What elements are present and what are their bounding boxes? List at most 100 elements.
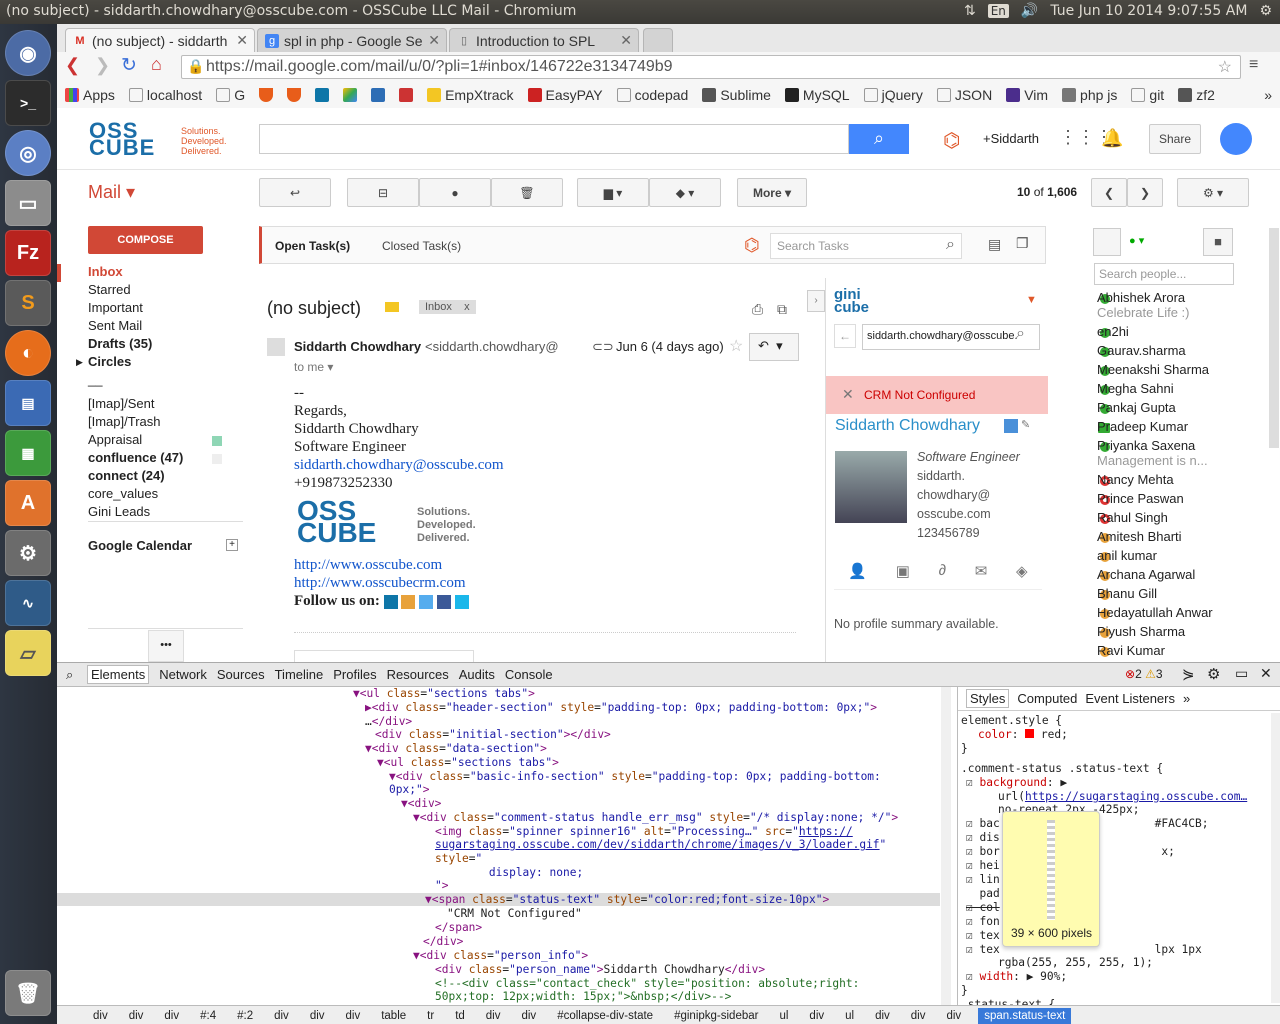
breadcrumb-item[interactable]: ul	[841, 1010, 858, 1022]
website-link[interactable]: http://www.osscube.com	[294, 557, 442, 573]
nav-item[interactable]: Inbox	[88, 264, 123, 279]
breadcrumb-item[interactable]: div	[160, 1010, 183, 1022]
close-icon[interactable]: ✕	[842, 386, 854, 403]
archive-button[interactable]: ⊟	[347, 178, 419, 207]
gini-search-input[interactable]: siddarth.chowdhary@osscube.	[862, 324, 1040, 350]
breadcrumb-item[interactable]: #:4	[196, 1010, 220, 1022]
dropdown-triangle-icon[interactable]: ▼	[1026, 294, 1037, 306]
back-button[interactable]: ↩	[259, 178, 331, 207]
nav-item[interactable]: __	[88, 372, 102, 387]
delete-button[interactable]: 🗑	[491, 178, 563, 207]
contact-item[interactable]: Pankaj Gupta	[1097, 400, 1176, 415]
gini-icon[interactable]: ⌬	[943, 128, 960, 153]
nav-item[interactable]: Important	[88, 300, 143, 315]
close-icon[interactable]: ✕	[620, 32, 632, 49]
recipient-line[interactable]: to me ▾	[294, 360, 333, 374]
tab-computed[interactable]: Computed	[1017, 691, 1077, 706]
bookmark-sublime[interactable]: Sublime	[702, 85, 771, 105]
bookmark-empxtrack[interactable]: EmpXtrack	[427, 85, 514, 105]
clipboard-icon[interactable]: ▤	[988, 236, 1001, 253]
bookmark-json[interactable]: JSON	[936, 85, 992, 105]
tab-network[interactable]: Network	[159, 667, 207, 682]
breadcrumb-item[interactable]: ul	[775, 1010, 792, 1022]
nav-item[interactable]: core_values	[88, 486, 158, 501]
important-marker-icon[interactable]	[385, 302, 399, 312]
menu-icon[interactable]: ≡	[1249, 56, 1258, 74]
breadcrumb-item[interactable]: div	[907, 1010, 930, 1022]
older-button[interactable]: ❯	[1127, 178, 1163, 207]
terminal-icon[interactable]: >_	[5, 80, 51, 126]
remove-label-icon[interactable]: x	[464, 301, 470, 313]
osscube-logo[interactable]: OSS CUBE	[89, 120, 174, 159]
contact-item[interactable]: Archana Agarwal	[1097, 567, 1195, 582]
forward-arrow-icon[interactable]: ❯	[95, 55, 110, 76]
gear-icon[interactable]: ⚙	[1207, 665, 1220, 683]
sticky-notes-icon[interactable]: ▱	[5, 630, 51, 676]
home-icon[interactable]: ⌂	[151, 54, 162, 75]
share-button[interactable]: Share	[1149, 124, 1201, 154]
move-to-button[interactable]: ▆ ▾	[577, 178, 649, 207]
bookmark-vim[interactable]: Vim	[1006, 85, 1048, 105]
nav-item[interactable]: Starred	[88, 282, 131, 297]
system-monitor-icon[interactable]: ∿	[5, 580, 51, 626]
chromium-icon[interactable]: ◎	[5, 130, 51, 176]
nav-item[interactable]: Drafts (35)	[88, 336, 152, 351]
contact-item[interactable]: Hedayatullah Anwar	[1097, 605, 1213, 620]
tab-sources[interactable]: Sources	[217, 667, 265, 682]
breadcrumb-item[interactable]: div	[805, 1010, 828, 1022]
nav-item[interactable]: Sent Mail	[88, 318, 142, 333]
console-drawer-icon[interactable]: ⋟	[1182, 665, 1195, 683]
more-button[interactable]: More ▾	[737, 178, 807, 207]
nav-item[interactable]: [Imap]/Sent	[88, 396, 154, 411]
tab-audits[interactable]: Audits	[459, 667, 495, 682]
contact-item[interactable]: Ravi Kumar	[1097, 643, 1165, 658]
user-link[interactable]: +Siddarth	[983, 131, 1039, 146]
expand-arrow-icon[interactable]: ▶	[76, 357, 83, 368]
contact-item[interactable]: Meenakshi Sharma	[1097, 362, 1209, 377]
breadcrumb-item[interactable]: div	[306, 1010, 329, 1022]
breadcrumb-item[interactable]: div	[89, 1010, 112, 1022]
reply-box[interactable]	[294, 650, 474, 662]
nav-item[interactable]: Gini Leads	[88, 504, 150, 519]
nav-item[interactable]: confluence (47)	[88, 450, 183, 465]
labels-button[interactable]: ◆ ▾	[649, 178, 721, 207]
contact-item[interactable]: Megha Sahni	[1097, 381, 1174, 396]
tab-console[interactable]: Console	[505, 667, 553, 682]
slideshare-icon[interactable]	[401, 594, 416, 609]
keyboard-layout-indicator[interactable]: En	[987, 4, 1009, 18]
address-bar[interactable]: 🔒 https://mail.google.com/mail/u/0/?pli=…	[181, 55, 1241, 79]
tab-closed-tasks[interactable]: Closed Task(s)	[382, 239, 461, 253]
scrollbar[interactable]	[1271, 713, 1280, 1003]
sublime-text-icon[interactable]: S	[5, 280, 51, 326]
tab-gmail[interactable]: M (no subject) - siddarth ✕	[65, 28, 255, 52]
bookmark-mysql[interactable]: MySQL	[784, 85, 850, 105]
breadcrumb-item[interactable]: div	[270, 1010, 293, 1022]
bookmark-drive[interactable]	[343, 85, 358, 105]
chat-avatar[interactable]	[1093, 228, 1121, 256]
bookmark-phpjs[interactable]: php js	[1062, 85, 1117, 105]
bookmarks-overflow[interactable]: »	[1264, 85, 1272, 105]
writer-icon[interactable]: ▤	[5, 380, 51, 426]
nav-item[interactable]: Appraisal	[88, 432, 142, 447]
clock[interactable]: Tue Jun 10 2014 9:07:55 AM	[1050, 3, 1247, 19]
bookmark-shield-1[interactable]	[259, 85, 274, 105]
bookmark-g[interactable]: G	[216, 85, 245, 105]
new-window-icon[interactable]: ⧉	[777, 301, 787, 318]
tab-introduction-spl[interactable]: ▯ Introduction to SPL ✕	[449, 28, 639, 52]
calc-icon[interactable]: ▦	[5, 430, 51, 476]
tab-open-tasks[interactable]: Open Task(s)	[275, 239, 350, 253]
google-calendar-label[interactable]: Google Calendar	[88, 538, 192, 553]
close-icon[interactable]: ✕	[428, 32, 440, 49]
avatar[interactable]	[1220, 123, 1252, 155]
search-button[interactable]: ⌕	[849, 124, 909, 154]
newer-button[interactable]: ❮	[1091, 178, 1127, 207]
popout-icon[interactable]: ❐	[1016, 235, 1029, 252]
breadcrumb-item[interactable]: div	[342, 1010, 365, 1022]
dash-home-icon[interactable]: ◉	[5, 30, 51, 76]
network-icon[interactable]: ⇅	[964, 3, 976, 19]
contact-item[interactable]: Priyanka Saxena	[1097, 438, 1195, 453]
error-warning-counts[interactable]: ⊗2 ⚠3	[1125, 667, 1163, 681]
briefcase-icon[interactable]: ▣	[896, 562, 910, 580]
tab-styles[interactable]: Styles	[966, 689, 1010, 708]
file-manager-icon[interactable]: ▭	[5, 180, 51, 226]
